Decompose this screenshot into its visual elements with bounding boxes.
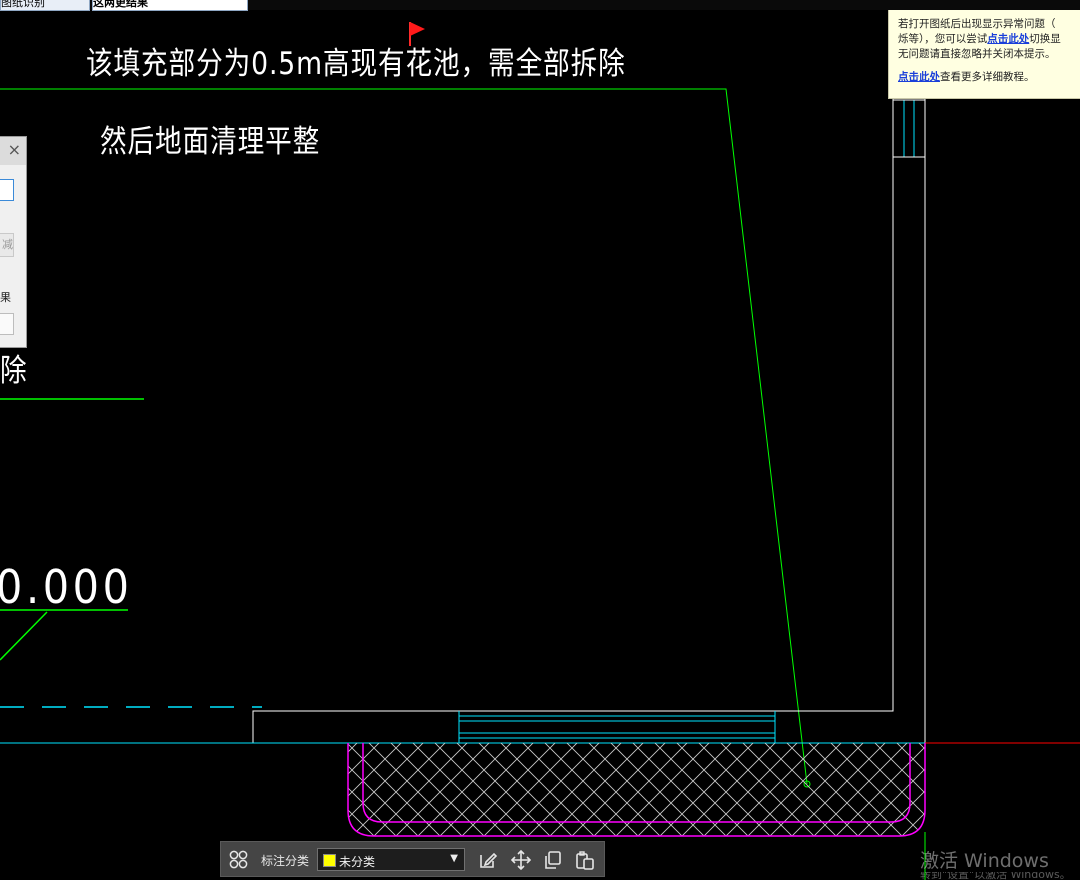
display-notice: 若打开图纸后出现显示异常问题（ 烁等），您可以尝试点击此处切换显 无问题请直接忽… [888, 10, 1080, 99]
category-select-value: 未分类 [339, 855, 376, 869]
chevron-down-icon: ▼ [450, 853, 458, 864]
elevation-label: 0.000 [0, 560, 133, 614]
annotation-demolish: 该填充部分为0.5m高现有花池，需全部拆除 [86, 46, 626, 82]
category-label: 标注分类 [261, 854, 310, 868]
notice-line-4: 点击此处查看更多详细教程。 [898, 70, 1035, 85]
close-icon[interactable]: × [8, 140, 21, 159]
flag-icon[interactable] [408, 20, 426, 46]
move-icon[interactable] [510, 849, 532, 871]
paste-icon[interactable] [574, 849, 596, 871]
floating-dialog: × 减 果 [0, 136, 27, 348]
switch-display-link[interactable]: 点击此处 [987, 33, 1029, 45]
windows-activation-subtext: 转到"设置"以激活 Windows。 [920, 872, 1071, 880]
annotation-toolbar: 标注分类 未分类 ▼ [220, 841, 605, 877]
edit-icon[interactable] [477, 849, 499, 871]
wall-outline [252, 89, 894, 743]
category-select[interactable]: 未分类 ▼ [317, 848, 465, 871]
notice-line-1: 若打开图纸后出现显示异常问题（ [898, 18, 1056, 30]
tutorial-link[interactable]: 点击此处 [898, 71, 940, 83]
category-color-swatch [323, 854, 336, 867]
dialog-input[interactable] [0, 179, 14, 201]
copy-icon[interactable] [542, 849, 564, 871]
dialog-label: 果 [0, 291, 11, 304]
annotation-fragment: 除 [0, 353, 28, 389]
notice-line-3: 无问题请直接忽略并关闭本提示。 [898, 48, 1056, 60]
green-boundary [0, 88, 808, 785]
notice-text: 烁等），您可以尝试 [898, 33, 988, 45]
dialog-disabled-field: 减 [0, 233, 14, 257]
notice-text: 切换显 [1029, 33, 1061, 45]
grid-icon[interactable] [228, 849, 250, 871]
notice-line-2: 烁等），您可以尝试点击此处切换显 [898, 32, 1061, 47]
elevation-leader [0, 611, 48, 661]
annotation-level-ground: 然后地面清理平整 [100, 124, 321, 160]
dialog-titlebar: × [0, 137, 26, 165]
notice-text: 查看更多详细教程。 [940, 71, 1035, 83]
windows-activation-watermark: 激活 Windows [920, 850, 1049, 872]
dialog-button[interactable] [0, 313, 14, 335]
